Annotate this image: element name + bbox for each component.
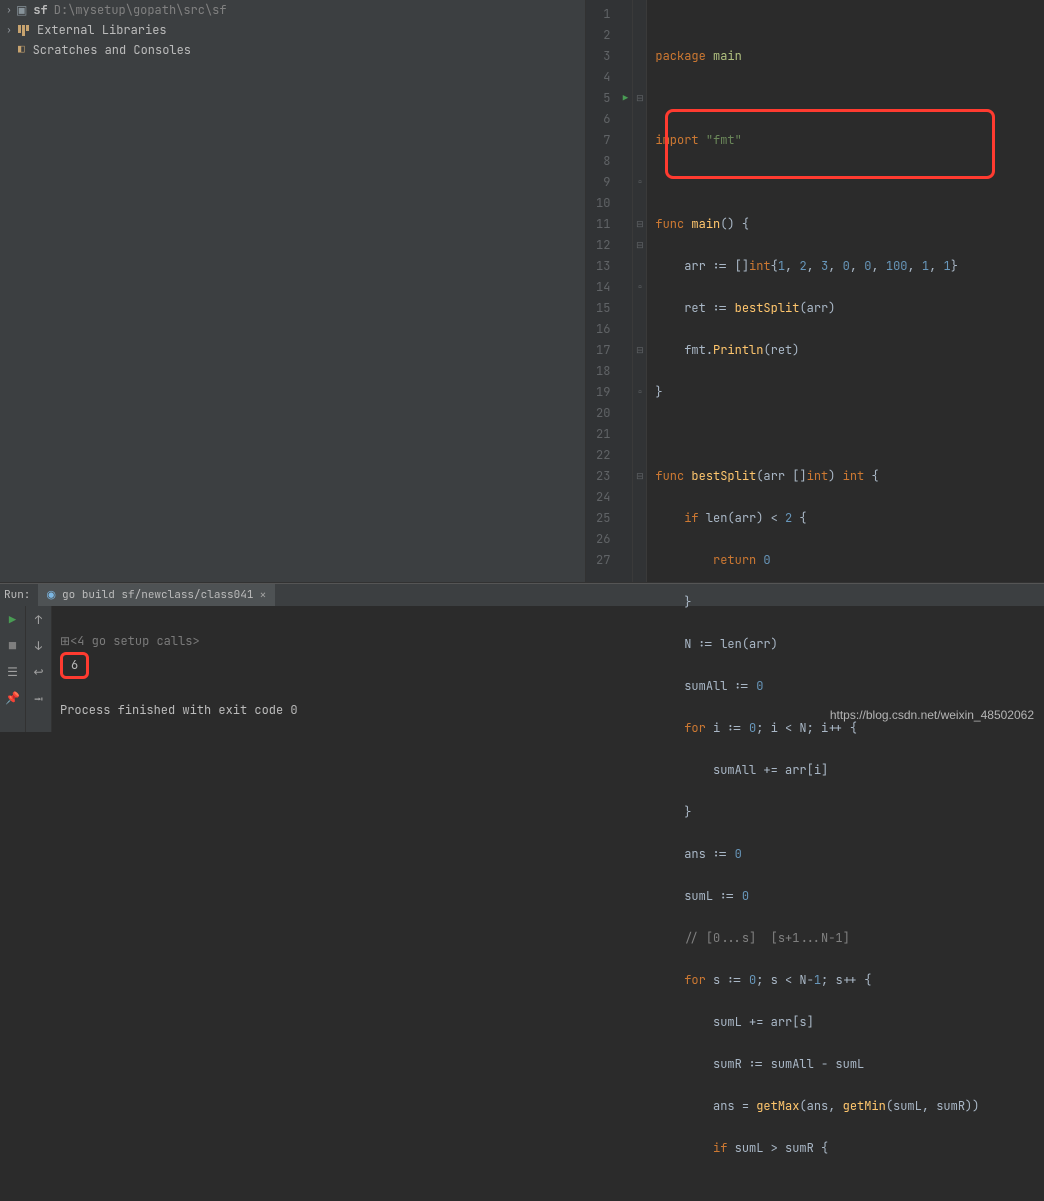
line-number-column: 12 34 56 78 910 1112 1314 1516 1718 1920… — [586, 0, 618, 582]
run-config-label: go build sf/newclass/class041 — [62, 588, 253, 602]
up-icon[interactable]: ↑ — [35, 612, 42, 628]
external-libraries-label: External Libraries — [37, 22, 167, 38]
project-root-name: sf — [33, 2, 47, 18]
soft-wrap-icon[interactable]: ↩ — [33, 664, 43, 680]
fold-minus-icon[interactable]: ⊟ — [633, 340, 646, 361]
scratches-label: Scratches and Consoles — [33, 42, 191, 58]
down-icon[interactable]: ↓ — [35, 638, 42, 654]
code-editor[interactable]: 12 34 56 78 910 1112 1314 1516 1718 1920… — [586, 0, 1044, 582]
fold-end-icon: ▫ — [633, 277, 646, 298]
editor-gutter: 12 34 56 78 910 1112 1314 1516 1718 1920… — [586, 0, 647, 582]
chevron-right-icon[interactable]: › — [4, 4, 14, 16]
go-icon: ◉ — [46, 588, 56, 602]
pin-icon[interactable]: 📌 — [5, 690, 20, 706]
scratches-icon: ◧ — [18, 43, 25, 57]
run-config-tab[interactable]: ◉ go build sf/newclass/class041 × — [38, 584, 274, 606]
close-tab-icon[interactable]: × — [259, 587, 266, 603]
libraries-icon — [18, 25, 29, 36]
layout-icon[interactable]: ☰ — [7, 664, 18, 680]
gutter-marks: ▶ — [618, 0, 632, 582]
rerun-icon[interactable]: ▶ — [9, 612, 16, 628]
run-toolbar-2: ↑ ↓ ↩ ⭲ — [26, 606, 52, 732]
external-libraries-row[interactable]: › External Libraries — [0, 20, 585, 40]
run-title: Run: — [4, 588, 30, 602]
fold-end-icon: ▫ — [633, 382, 646, 403]
fold-minus-icon[interactable]: ⊟ — [633, 235, 646, 256]
exit-message: Process finished with exit code 0 — [60, 702, 298, 718]
setup-calls-line: <4 go setup calls> — [70, 633, 200, 649]
scroll-to-end-icon[interactable]: ⭲ — [34, 690, 43, 711]
console-output[interactable]: ⊞<4 go setup calls> 6 Process finished w… — [52, 606, 1044, 732]
fold-column: ⊟ ▫ ⊟ ⊟ ▫ ⊟ ▫ ⊟ — [632, 0, 646, 582]
project-tree[interactable]: › ▣ sf D:\mysetup\gopath\src\sf › Extern… — [0, 0, 586, 582]
fold-minus-icon[interactable]: ⊟ — [633, 88, 646, 109]
watermark: https://blog.csdn.net/weixin_48502062 — [830, 705, 1034, 726]
scratches-row[interactable]: ◧ Scratches and Consoles — [0, 40, 585, 60]
project-root-row[interactable]: › ▣ sf D:\mysetup\gopath\src\sf — [0, 0, 585, 20]
folder-icon: ▣ — [16, 2, 27, 18]
code-area[interactable]: package main import "fmt" func main() { … — [647, 0, 979, 582]
stop-icon[interactable]: ■ — [9, 638, 16, 654]
result-output: 6 — [60, 652, 89, 679]
project-root-path: D:\mysetup\gopath\src\sf — [54, 2, 227, 18]
fold-end-icon: ▫ — [633, 172, 646, 193]
run-tool-window: Run: ◉ go build sf/newclass/class041 × ▶… — [0, 583, 1044, 732]
run-gutter-icon[interactable]: ▶ — [618, 88, 632, 109]
chevron-right-icon[interactable]: › — [4, 24, 14, 36]
fold-minus-icon[interactable]: ⊟ — [633, 466, 646, 487]
run-toolbar-1: ▶ ■ ☰ 📌 — [0, 606, 26, 732]
fold-minus-icon[interactable]: ⊟ — [633, 214, 646, 235]
